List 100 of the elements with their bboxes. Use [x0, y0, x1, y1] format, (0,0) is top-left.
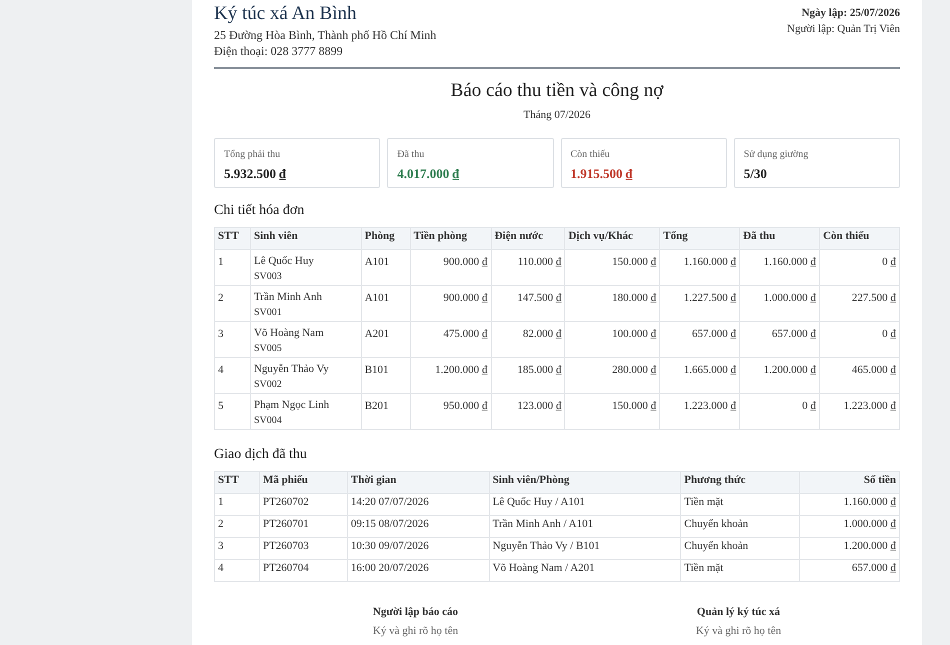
signature-hint: Ký và ghi rõ họ tên	[696, 624, 782, 639]
table-cell: 1.000.000 ₫	[740, 285, 820, 321]
signature-role: Người lập báo cáo	[372, 604, 458, 620]
table-cell: 4	[214, 357, 250, 393]
table-cell: 3	[214, 537, 260, 559]
column-header: Sinh viên	[250, 227, 362, 249]
table-cell: 0 ₫	[820, 321, 900, 357]
signature-role: Quản lý ký túc xá	[696, 604, 780, 620]
table-cell: B101	[361, 357, 410, 393]
table-cell: 150.000 ₫	[564, 393, 660, 429]
table-cell: 1.000.000 ₫	[800, 515, 900, 537]
column-header: STT	[214, 227, 250, 249]
table-cell: B201	[361, 393, 410, 429]
table-cell: 1.223.000 ₫	[660, 393, 740, 429]
table-cell: 3	[214, 321, 250, 357]
section-heading: Giao dịch đã thu	[214, 446, 308, 464]
table-cell: 0 ₫	[820, 249, 900, 285]
table-cell: 1.160.000 ₫	[800, 493, 900, 515]
table-cell: Trần Minh Anh / A101	[489, 515, 681, 537]
organization-phone: Điện thoại: 028 3777 8899	[214, 43, 344, 59]
column-header: Tiền phòng	[410, 227, 492, 249]
table-cell: 900.000 ₫	[410, 249, 492, 285]
table-cell: A201	[361, 321, 410, 357]
table-cell: 1.200.000 ₫	[740, 357, 820, 393]
table-cell: 900.000 ₫	[410, 285, 492, 321]
column-header: Đã thu	[740, 227, 820, 249]
student-name: Võ Hoàng Nam	[254, 326, 325, 340]
table-cell: 5	[214, 393, 250, 429]
column-header: Dịch vụ/Khác	[564, 227, 660, 249]
table-cell: 09:15 08/07/2026	[347, 515, 490, 537]
table-cell: PT260704	[259, 559, 348, 581]
table-cell: 1.665.000 ₫	[660, 357, 740, 393]
summary-value: 5/30	[744, 164, 768, 182]
summary-value: 4.017.000 ₫	[397, 164, 460, 182]
column-header: Số tiền	[800, 471, 900, 493]
table-cell: 657.000 ₫	[740, 321, 820, 357]
created-date: Ngày lập: 25/07/2026	[802, 6, 900, 20]
table-cell: 4	[214, 559, 260, 581]
table-cell: 180.000 ₫	[564, 285, 660, 321]
table-cell: 227.500 ₫	[820, 285, 900, 321]
table-cell: 1.160.000 ₫	[660, 249, 740, 285]
summary-value: 1.915.500 ₫	[570, 164, 634, 182]
table-cell: 1	[214, 249, 250, 285]
table-cell: 185.000 ₫	[491, 357, 565, 393]
table-cell: 657.000 ₫	[800, 559, 900, 581]
table-cell: 2	[214, 515, 260, 537]
table-cell: PT260703	[259, 537, 348, 559]
table-cell: 100.000 ₫	[564, 321, 660, 357]
table-cell: 657.000 ₫	[660, 321, 740, 357]
table-cell: 123.000 ₫	[491, 393, 565, 429]
column-header: Điện nước	[491, 227, 565, 249]
table-cell: 1.223.000 ₫	[820, 393, 900, 429]
column-header: STT	[214, 471, 260, 493]
table-cell: 16:00 20/07/2026	[347, 559, 490, 581]
table-cell: 0 ₫	[740, 393, 820, 429]
table-cell: Võ Hoàng Nam / A201	[489, 559, 681, 581]
table-cell: 82.000 ₫	[491, 321, 565, 357]
table-cell: 280.000 ₫	[564, 357, 660, 393]
table-cell: 10:30 09/07/2026	[347, 537, 490, 559]
summary-label: Sử dụng giường	[744, 148, 810, 162]
table-cell: Lê Quốc Huy / A101	[489, 493, 681, 515]
table-cell: Chuyển khoản	[680, 537, 800, 559]
table-cell: Chuyển khoản	[680, 515, 800, 537]
student-name: Phạm Ngọc Linh	[254, 398, 330, 412]
table-cell: A101	[361, 249, 410, 285]
column-header: Mã phiếu	[259, 471, 348, 493]
student-code: SV003	[254, 270, 283, 284]
student-code: SV002	[254, 378, 283, 392]
table-cell: 1.200.000 ₫	[410, 357, 492, 393]
table-cell: PT260701	[259, 515, 348, 537]
table-cell: 150.000 ₫	[564, 249, 660, 285]
report-author: Người lập: Quản Trị Viên	[787, 22, 900, 36]
table-cell: 950.000 ₫	[410, 393, 492, 429]
signature-hint: Ký và ghi rõ họ tên	[372, 624, 458, 639]
organization-name: Ký túc xá An Bình	[214, 2, 358, 26]
student-name: Trần Minh Anh	[254, 290, 324, 304]
column-header: Phương thức	[680, 471, 800, 493]
column-header: Sinh viên/Phòng	[489, 471, 681, 493]
student-code: SV001	[254, 306, 283, 320]
summary-label: Đã thu	[397, 148, 426, 162]
organization-address: 25 Đường Hòa Bình, Thành phố Hồ Chí Minh	[214, 27, 436, 43]
table-cell: Tiền mặt	[680, 493, 800, 515]
summary-value: 5.932.500 ₫	[224, 164, 287, 182]
table-cell: 2	[214, 285, 250, 321]
table-cell: Tiền mặt	[680, 559, 800, 581]
summary-label: Còn thiếu	[570, 148, 611, 162]
student-code: SV004	[254, 414, 283, 428]
table-cell: 147.500 ₫	[491, 285, 565, 321]
table-cell: 1.227.500 ₫	[660, 285, 740, 321]
column-header: Còn thiếu	[820, 227, 900, 249]
table-cell: 1	[214, 493, 260, 515]
student-name: Lê Quốc Huy	[254, 254, 315, 268]
table-cell: PT260702	[259, 493, 348, 515]
report-period: Tháng 07/2026	[524, 108, 590, 123]
table-cell: 475.000 ₫	[410, 321, 492, 357]
table-cell: 14:20 07/07/2026	[347, 493, 490, 515]
student-code: SV005	[254, 342, 283, 356]
table-cell: 1.200.000 ₫	[800, 537, 900, 559]
column-header: Thời gian	[347, 471, 490, 493]
column-header: Tổng	[660, 227, 740, 249]
